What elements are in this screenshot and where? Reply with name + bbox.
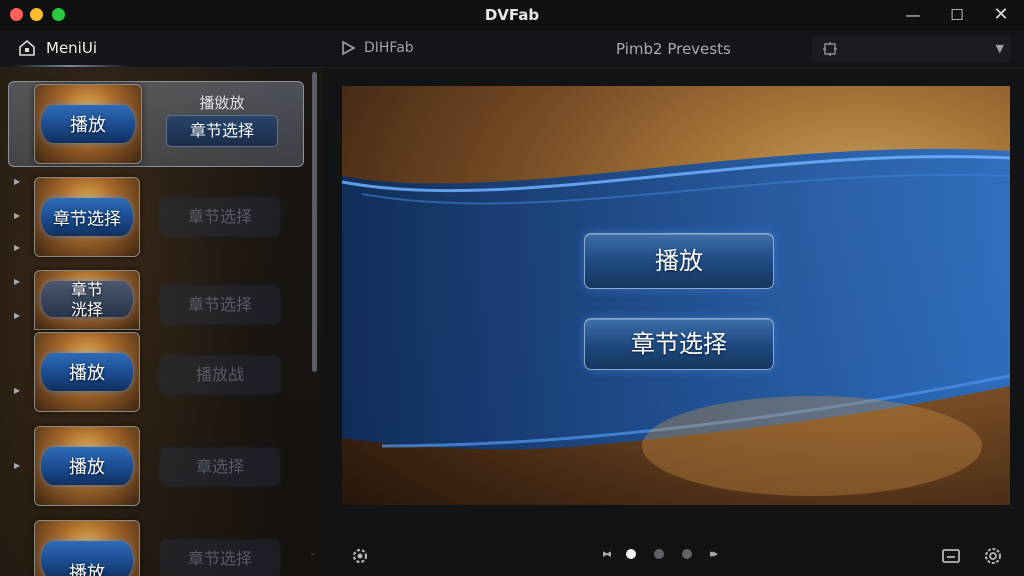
thumb-label: 播放 (69, 563, 105, 576)
thumb-label: 章节 洸择 (35, 280, 139, 320)
menu-ghost-item[interactable]: 章选择 (160, 448, 280, 486)
brand-label: DIHFab (364, 40, 414, 56)
page-dot-1[interactable] (626, 548, 637, 559)
menu-ghost-item[interactable]: 播放战 (160, 356, 280, 394)
minimize-button[interactable]: — (899, 3, 927, 27)
preview-play-button[interactable]: 播放 (584, 233, 774, 289)
menu-thumb[interactable]: 播放 (34, 520, 140, 576)
maximize-button[interactable]: ☐ (943, 3, 971, 27)
brand: DIHFab (340, 40, 414, 56)
toolbar: MeniUi DIHFab Pimb2 Prevests ▼ (0, 30, 1024, 68)
presets-label: Pimb2 Prevests (616, 40, 731, 58)
selected-row-chapter-button[interactable]: 章节选择 (166, 115, 278, 147)
settings-icon (823, 42, 837, 56)
thumb-label: 播放 (70, 115, 106, 136)
title-bar: DVFab — ☐ ✕ (0, 0, 1024, 30)
page-dot-3[interactable] (682, 548, 693, 559)
expand-arrow-icon[interactable]: ▶ (14, 277, 20, 286)
window-title: DVFab (484, 6, 540, 24)
expand-arrow-icon[interactable]: ▶ (14, 311, 20, 320)
page-dot-2[interactable] (654, 548, 665, 559)
preview-chapter-button[interactable]: 章节选择 (584, 318, 774, 370)
prev-page-icon[interactable]: ▸◂ (603, 547, 611, 560)
selected-row-title: 播敓放 (199, 94, 245, 112)
menu-ghost-item[interactable]: 章节选择 (160, 286, 280, 324)
menu-thumb[interactable]: 章节选择 (34, 177, 140, 257)
pager: ▸◂ ▸▸ (603, 547, 718, 560)
expand-arrow-icon[interactable]: ▶ (14, 461, 20, 470)
scroll-down-icon[interactable]: ⌄ (309, 548, 317, 558)
menu-thumb[interactable]: 播放 (34, 332, 140, 412)
screen-icon[interactable] (941, 546, 961, 566)
play-logo-icon (342, 40, 356, 56)
menu-thumb[interactable]: 播放 (34, 426, 140, 506)
menu-list-sidebar: 播放 播敓放 章节选择 ▶ ▶ ▶ 章节选择 章节选择 ▶ ▶ 章节 洸择 章节… (0, 68, 322, 576)
preset-dropdown[interactable]: ▼ (812, 36, 1010, 62)
next-page-icon[interactable]: ▸▸ (710, 547, 718, 560)
thumb-label: 播放 (69, 363, 105, 384)
menu-preview (342, 86, 1010, 505)
menu-ghost-item[interactable]: 章节选择 (160, 540, 280, 576)
menu-title-label: MeniUi (46, 39, 97, 57)
expand-arrow-icon[interactable]: ▶ (14, 386, 20, 395)
settings-gear-icon[interactable] (983, 546, 1003, 566)
menu-tab-underline (10, 65, 130, 67)
menu-tab[interactable]: MeniUi (18, 39, 97, 57)
menu-ghost-item[interactable]: 章节选择 (160, 198, 280, 236)
expand-arrow-icon[interactable]: ▶ (14, 177, 20, 186)
menu-thumb-selected[interactable]: 播放 (34, 84, 142, 164)
gear-icon[interactable] (350, 546, 370, 566)
sidebar-scrollbar[interactable] (312, 72, 317, 372)
home-icon (19, 39, 35, 56)
thumb-label-line2: 洸择 (70, 300, 103, 319)
expand-arrow-icon[interactable]: ▶ (14, 211, 20, 220)
expand-arrow-icon[interactable]: ▶ (14, 243, 20, 252)
thumb-label-line1: 章节 (70, 280, 103, 299)
thumb-label: 播放 (69, 457, 105, 478)
blue-wave-background (342, 86, 1010, 505)
thumb-label: 章节选择 (53, 209, 121, 230)
close-button[interactable]: ✕ (987, 3, 1015, 27)
menu-thumb[interactable]: 章节 洸择 (34, 270, 140, 330)
chevron-down-icon: ▼ (995, 42, 1004, 55)
